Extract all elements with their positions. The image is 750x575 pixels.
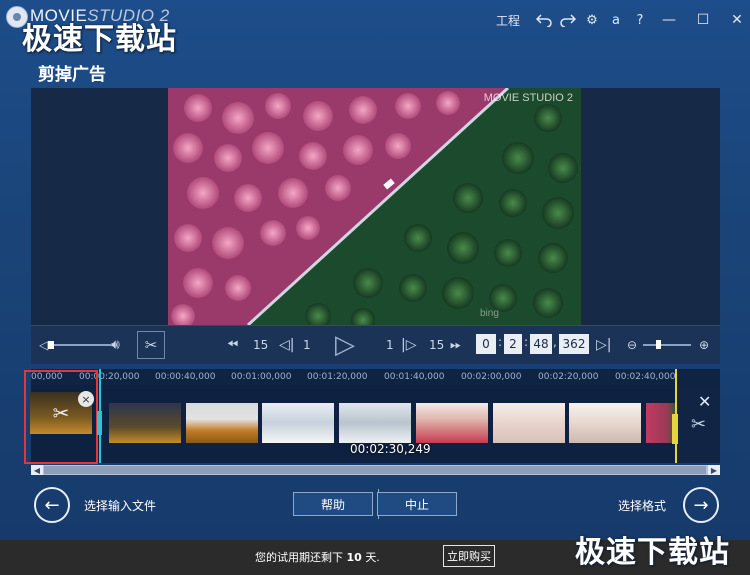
trial-text-after: 天. (365, 551, 380, 564)
ruler-label: 00:01:00,000 (231, 372, 292, 382)
volume-low-icon: ◁ (39, 338, 49, 352)
ruler-label: 00:02:40,000 (615, 372, 676, 382)
buy-now-button[interactable]: 立即购买 (443, 545, 495, 567)
playback-controls: ◁ 🔊︎ ✂ ⏪︎ 15 ◁| 1 ▷ 1 |▷ 15 ⏩︎ 0 : 2 : 4… (31, 325, 720, 364)
site-watermark-top: 极速下载站 (22, 22, 177, 57)
timeline-scrollbar-thumb[interactable] (44, 466, 706, 474)
time-minutes-input[interactable]: 2 (504, 334, 522, 354)
frame-fwd-count: 1 (386, 338, 394, 352)
trial-message: 您的试用期还剩下 10 天. (255, 549, 380, 565)
zoom-in-icon[interactable]: ⊕ (699, 326, 709, 364)
timeline-thumbnail[interactable] (493, 403, 565, 443)
timeline-thumbnail[interactable] (569, 403, 641, 443)
prev-step-label[interactable]: 选择输入文件 (84, 497, 156, 514)
title-bar-actions: 工程 ⚙ a ? — ☐ ✕ (488, 8, 750, 32)
volume-slider-knob[interactable] (48, 341, 54, 349)
scroll-right-icon[interactable]: ▶ (708, 465, 720, 475)
scroll-left-icon[interactable]: ◀ (31, 465, 43, 475)
minimize-icon[interactable]: — (656, 9, 682, 31)
timeline-ruler[interactable]: 00,000 00:00:20,000 00:00:40,000 00:01:0… (31, 369, 720, 385)
video-frame: MOVIE STUDIO 2 bing (168, 88, 581, 325)
playhead-handle[interactable] (672, 414, 678, 444)
time-separator: : (524, 335, 529, 349)
page-title: 剪掉广告 (38, 65, 106, 85)
skip-back-seconds: 15 (253, 338, 269, 352)
site-watermark-bottom: 极速下载站 (575, 535, 730, 570)
redo-icon[interactable] (560, 9, 576, 31)
ruler-label: 00:00:40,000 (155, 372, 216, 382)
scissors-icon[interactable]: ✂ (137, 331, 165, 359)
back-arrow-icon[interactable]: ← (34, 487, 70, 523)
cut-segment-selection[interactable]: ✂ (24, 370, 98, 464)
bing-watermark: bing (480, 308, 499, 319)
video-image (168, 88, 581, 325)
account-button[interactable]: a (608, 9, 624, 31)
zoom-slider-track[interactable] (643, 344, 691, 346)
timeline-thumbnail[interactable] (109, 403, 181, 443)
undo-icon[interactable] (536, 9, 552, 31)
remove-cut-icon[interactable]: × (78, 391, 94, 407)
help-button[interactable]: 帮助 (293, 492, 373, 516)
time-separator: , (553, 335, 557, 349)
gear-icon[interactable]: ⚙ (584, 9, 600, 31)
help-button[interactable]: ? (632, 9, 648, 31)
go-to-end-icon[interactable]: ▷| (596, 326, 611, 364)
skip-back-15-icon[interactable]: ⏪︎ (227, 326, 238, 364)
ruler-label: 00:01:20,000 (307, 372, 368, 382)
timeline-thumbnail[interactable] (262, 403, 334, 443)
zoom-slider-knob[interactable] (656, 340, 661, 349)
preview-panel: MOVIE STUDIO 2 bing (31, 88, 720, 325)
time-separator: : (498, 335, 503, 349)
ruler-label: 00:02:20,000 (538, 372, 599, 382)
video-watermark: MOVIE STUDIO 2 (483, 92, 573, 104)
cut-start-handle[interactable] (97, 411, 102, 435)
frame-fwd-icon[interactable]: |▷ (401, 326, 416, 364)
skip-fwd-seconds: 15 (429, 338, 445, 352)
stop-button[interactable]: 中止 (377, 492, 457, 516)
timeline-thumbnail[interactable] (339, 403, 411, 443)
volume-high-icon: 🔊︎ (111, 337, 120, 353)
trial-days: 10 (346, 551, 362, 564)
skip-fwd-15-icon[interactable]: ⏩︎ (450, 326, 461, 364)
close-icon[interactable]: ✕ (698, 392, 711, 411)
ruler-label: 00:02:00,000 (461, 372, 522, 382)
ruler-label: 00:01:40,000 (384, 372, 445, 382)
time-hours-input[interactable]: 0 (476, 334, 496, 354)
zoom-out-icon[interactable]: ⊖ (627, 326, 637, 364)
forward-arrow-icon[interactable]: → (683, 487, 719, 523)
play-icon[interactable]: ▷ (335, 326, 355, 364)
trial-text-before: 您的试用期还剩下 (255, 551, 343, 564)
time-ms-input[interactable]: 362 (559, 334, 589, 354)
current-timecode: 00:02:30,249 (350, 442, 431, 456)
frame-back-count: 1 (303, 338, 311, 352)
time-seconds-input[interactable]: 48 (530, 334, 552, 354)
timeline-thumbnail[interactable] (186, 403, 258, 443)
volume-slider-track[interactable] (49, 344, 111, 346)
maximize-icon[interactable]: ☐ (690, 9, 716, 31)
project-menu[interactable]: 工程 (496, 9, 520, 31)
close-icon[interactable]: ✕ (724, 9, 750, 31)
timeline-thumbnail[interactable] (416, 403, 488, 443)
app-window: MOVIESTUDIO 2 工程 ⚙ a ? — ☐ ✕ 极速下载站 剪掉广告 (0, 0, 750, 575)
next-step-label[interactable]: 选择格式 (618, 497, 666, 514)
frame-back-icon[interactable]: ◁| (279, 326, 294, 364)
